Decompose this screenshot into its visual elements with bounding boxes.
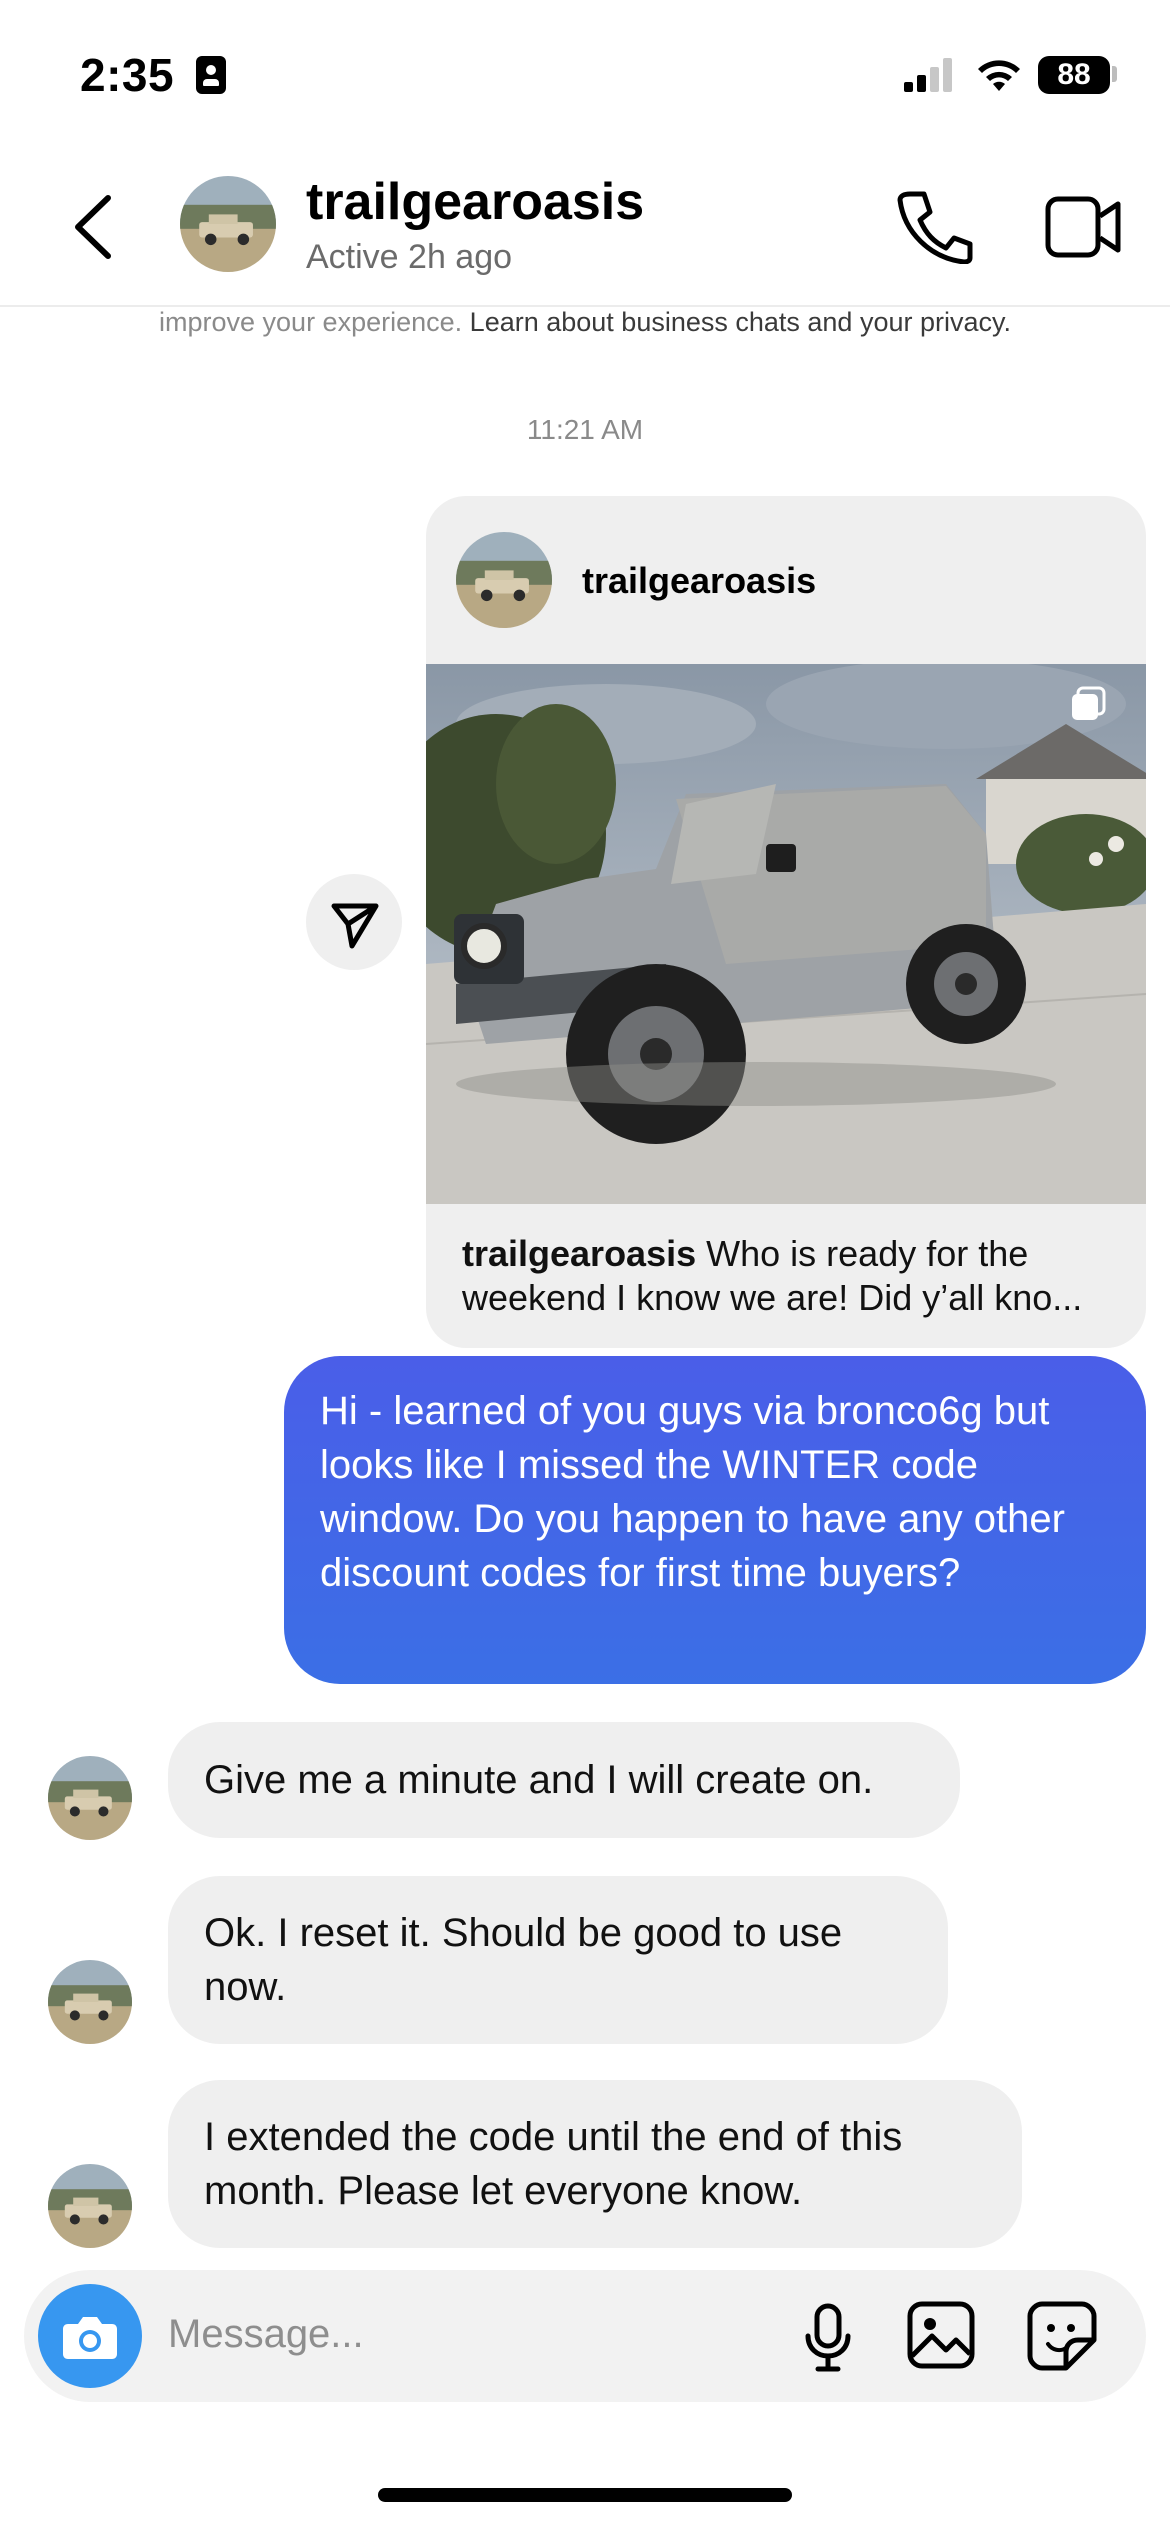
incoming-avatar[interactable] — [48, 2164, 132, 2248]
camera-icon — [63, 2317, 117, 2359]
incoming-message-text: I extended the code until the end of thi… — [204, 2115, 903, 2213]
share-post-button[interactable] — [306, 874, 402, 970]
phone-icon[interactable] — [896, 190, 974, 264]
video-camera-icon[interactable] — [1044, 194, 1122, 260]
signal-icon — [904, 58, 952, 92]
message-timestamp: 11:21 AM — [526, 414, 644, 445]
incoming-message-text: Ok. I reset it. Should be good to use no… — [204, 1911, 843, 2009]
back-chevron-icon[interactable] — [70, 192, 116, 262]
incoming-message-bubble[interactable]: Ok. I reset it. Should be good to use no… — [168, 1876, 948, 2044]
avatar-photo — [180, 176, 276, 272]
camera-button[interactable] — [38, 2284, 142, 2388]
privacy-notice: improve your experience. Learn about bus… — [0, 304, 1170, 340]
contact-name[interactable]: trailgearoasis — [306, 172, 644, 232]
outgoing-message-text: Hi - learned of you guys via bronco6g bu… — [320, 1389, 1065, 1595]
gallery-icon[interactable] — [906, 2300, 976, 2370]
status-time: 2:35 — [80, 49, 175, 101]
header-avatar[interactable] — [180, 176, 276, 272]
outgoing-message-bubble[interactable]: Hi - learned of you guys via bronco6g bu… — [284, 1356, 1146, 1684]
avatar-photo — [48, 2164, 132, 2248]
microphone-icon[interactable] — [800, 2302, 856, 2374]
send-share-icon — [331, 903, 379, 949]
avatar-photo — [48, 1756, 132, 1840]
shared-post-author[interactable]: trailgearoasis — [582, 560, 816, 602]
id-badge-icon — [196, 56, 226, 94]
battery-indicator: 88 — [1038, 56, 1110, 94]
avatar-photo — [456, 532, 552, 628]
incoming-message-bubble[interactable]: I extended the code until the end of thi… — [168, 2080, 1022, 2248]
message-input[interactable]: Message... — [168, 2312, 364, 2357]
multi-photo-icon — [1072, 686, 1106, 720]
sticker-icon[interactable] — [1026, 2300, 1098, 2372]
caption-author: trailgearoasis — [462, 1233, 697, 1274]
wifi-icon — [978, 60, 1020, 91]
avatar-photo — [48, 1960, 132, 2044]
incoming-message-text: Give me a minute and I will create on. — [204, 1758, 874, 1802]
privacy-notice-link[interactable]: Learn about business chats and your priv… — [470, 307, 1011, 337]
active-status: Active 2h ago — [306, 238, 513, 276]
incoming-message-bubble[interactable]: Give me a minute and I will create on. — [168, 1722, 960, 1838]
bronco-photo — [426, 664, 1146, 1204]
battery-cap — [1112, 66, 1117, 82]
home-indicator — [378, 2488, 792, 2502]
privacy-notice-text: improve your experience. — [159, 307, 463, 337]
shared-post-image[interactable] — [426, 664, 1146, 1204]
incoming-avatar[interactable] — [48, 1960, 132, 2044]
incoming-avatar[interactable] — [48, 1756, 132, 1840]
shared-post-avatar[interactable] — [456, 532, 552, 628]
shared-post-caption[interactable]: trailgearoasis Who is ready for the week… — [462, 1232, 1122, 1320]
